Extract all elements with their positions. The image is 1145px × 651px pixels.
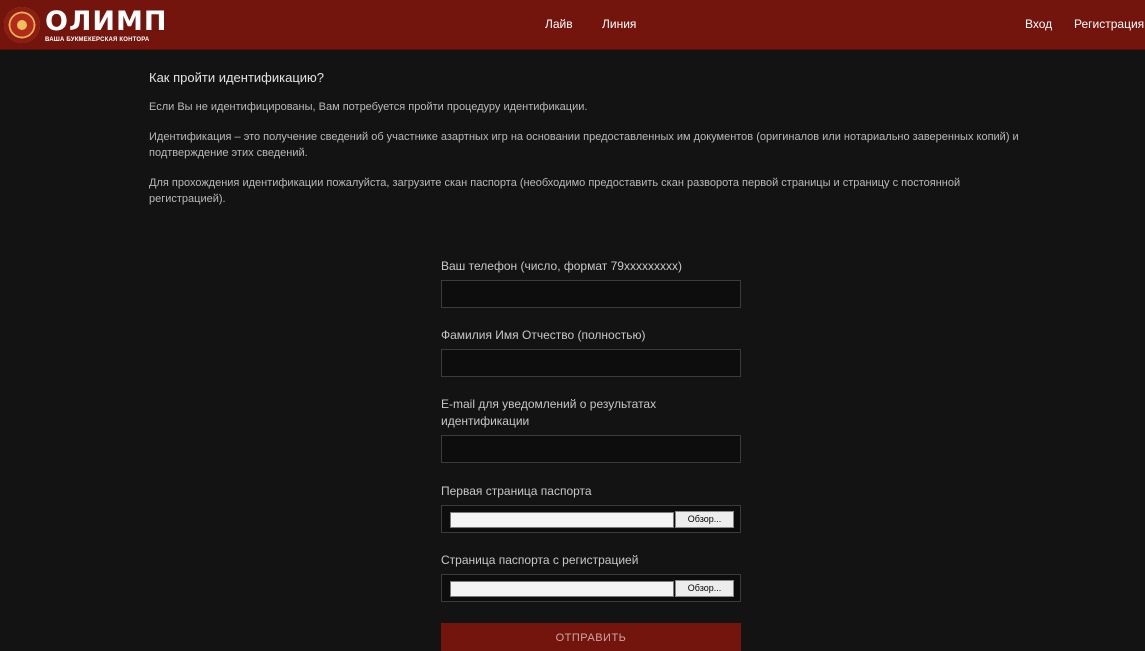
- passport-first-page-upload: Обзор...: [441, 505, 741, 533]
- submit-button[interactable]: ОТПРАВИТЬ: [441, 623, 741, 651]
- passport-first-page-path[interactable]: [450, 512, 674, 528]
- email-input[interactable]: [441, 435, 741, 463]
- full-name-input[interactable]: [441, 349, 741, 377]
- full-name-label: Фамилия Имя Отчество (полностью): [441, 328, 646, 342]
- top-header: ОЛИМП ВАША БУКМЕКЕРСКАЯ КОНТОРА Лайв Лин…: [0, 0, 1145, 50]
- nav-line-link[interactable]: Линия: [602, 17, 636, 31]
- phone-input[interactable]: [441, 280, 741, 308]
- nav-live-link[interactable]: Лайв: [545, 17, 573, 31]
- passport-first-page-browse-button[interactable]: Обзор...: [675, 511, 734, 528]
- logo-tagline: ВАША БУКМЕКЕРСКАЯ КОНТОРА: [45, 36, 150, 43]
- passport-first-page-label: Первая страница паспорта: [441, 484, 592, 498]
- passport-registration-path[interactable]: [450, 581, 674, 597]
- phone-label: Ваш телефон (число, формат 79xxxxxxxxx): [441, 259, 682, 273]
- logo-emblem-icon: [4, 7, 40, 43]
- info-paragraph-3: Для прохождения идентификации пожалуйста…: [149, 177, 961, 205]
- passport-registration-label: Страница паспорта с регистрацией: [441, 553, 639, 567]
- info-paragraph-2: Идентификация – это получение сведений о…: [149, 131, 1019, 159]
- page-title: Как пройти идентификацию?: [149, 70, 325, 85]
- logo[interactable]: ОЛИМП ВАША БУКМЕКЕРСКАЯ КОНТОРА: [4, 6, 166, 44]
- register-link[interactable]: Регистрация: [1074, 17, 1144, 31]
- identification-form: Ваш телефон (число, формат 79xxxxxxxxx) …: [441, 258, 741, 602]
- logo-text: ОЛИМП ВАША БУКМЕКЕРСКАЯ КОНТОРА: [45, 8, 167, 43]
- identification-info: Как пройти идентификацию? Если Вы не иде…: [149, 70, 1019, 221]
- logo-name: ОЛИМП: [45, 5, 168, 37]
- email-label: E-mail для уведомлений о результатах иде…: [441, 397, 657, 428]
- info-paragraph-1: Если Вы не идентифицированы, Вам потребу…: [149, 101, 588, 113]
- passport-registration-browse-button[interactable]: Обзор...: [675, 580, 734, 597]
- login-link[interactable]: Вход: [1025, 17, 1052, 31]
- passport-registration-upload: Обзор...: [441, 574, 741, 602]
